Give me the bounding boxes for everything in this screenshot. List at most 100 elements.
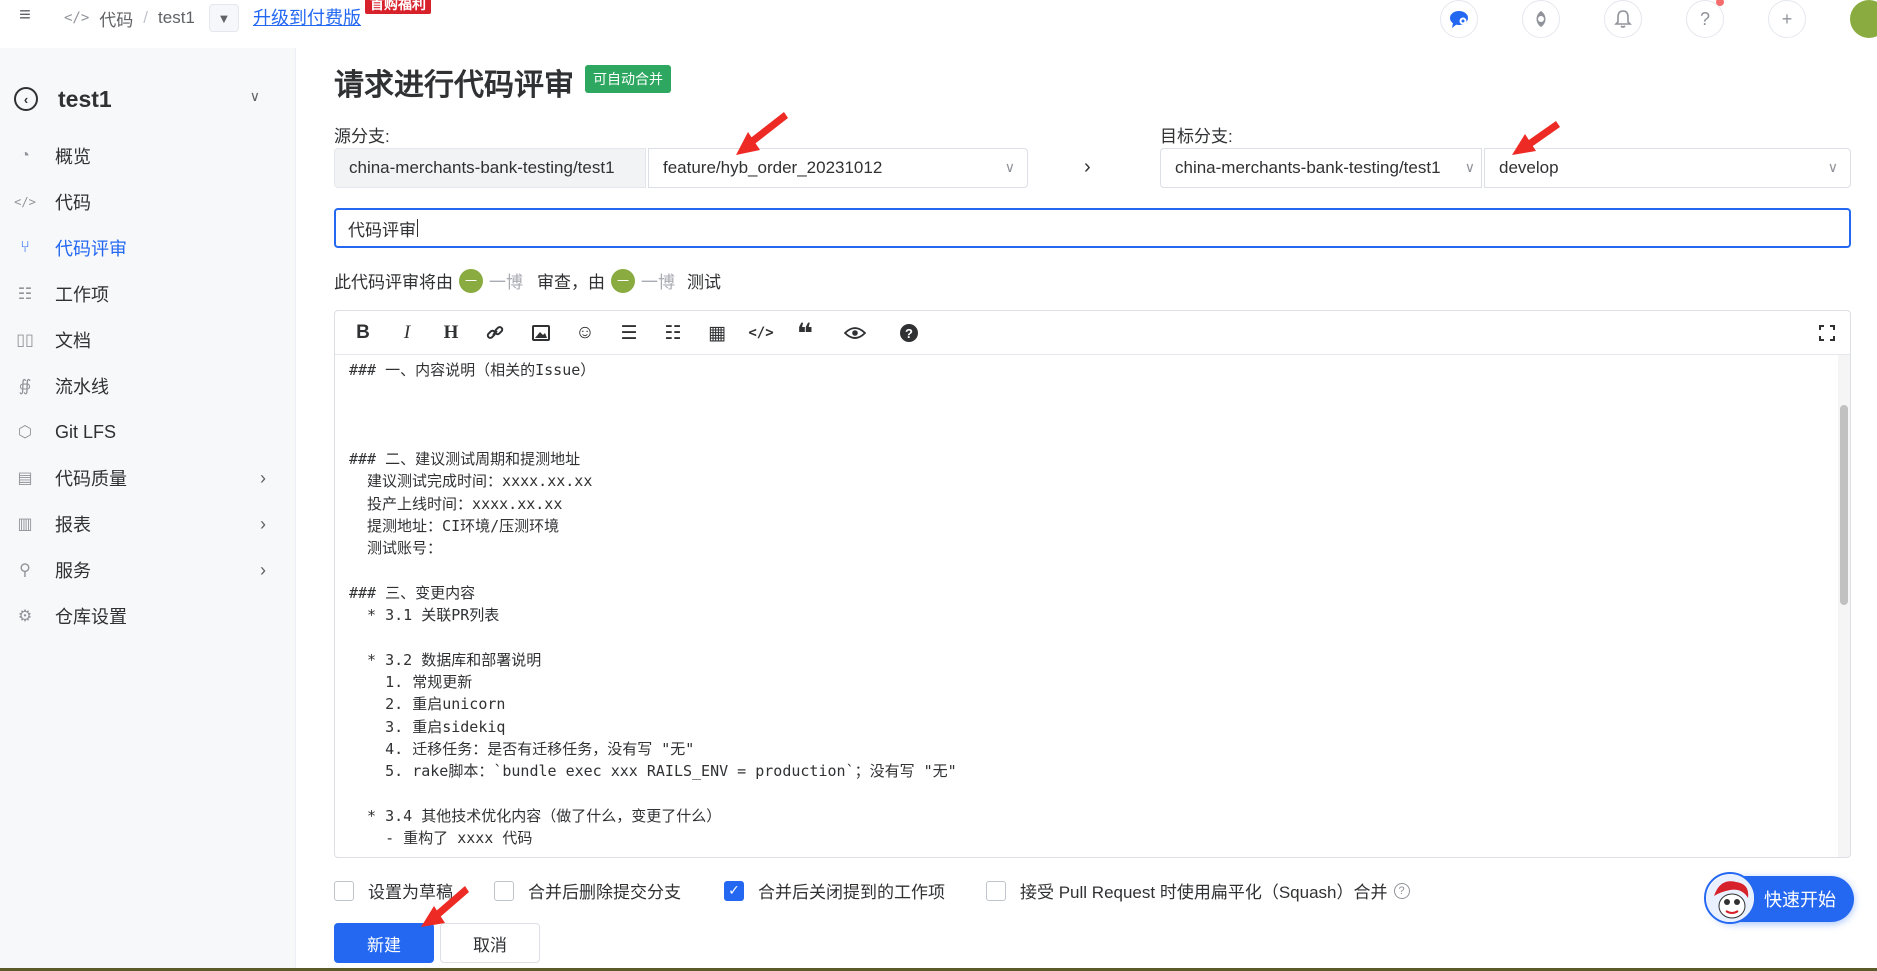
auto-merge-badge: 可自动合并: [585, 65, 671, 93]
sidebar: ‹ test1 ∨ ◔ 概览 </> 代码 ⑂ 代码评审 ☷ 工作项 ▯▯ 文档…: [0, 48, 296, 971]
target-branch-value: develop: [1499, 158, 1559, 177]
cancel-button[interactable]: 取消: [440, 923, 540, 963]
editor-textarea[interactable]: ### 一、内容说明（相关的Issue） ### 二、建议测试周期和提测地址 建…: [349, 359, 1826, 857]
delete-branch-checkbox[interactable]: [494, 880, 514, 901]
editor-scrollbar[interactable]: [1838, 355, 1850, 857]
sidebar-item-label: 报表: [55, 515, 91, 535]
sidebar-item-repo-settings[interactable]: ⚙ 仓库设置: [0, 594, 296, 638]
back-icon[interactable]: ‹: [14, 87, 38, 111]
chat-icon[interactable]: [1440, 0, 1478, 38]
review-assignment: 此代码评审将由 一 一博 审查，由 一 一博 测试: [334, 268, 721, 293]
sidebar-item-work-items[interactable]: ☷ 工作项: [0, 272, 296, 316]
chevron-down-icon: ∨: [1464, 159, 1475, 175]
promo-badge: 首购福利: [365, 0, 431, 14]
tester-name[interactable]: 一博: [641, 268, 675, 293]
delete-branch-option[interactable]: 合并后删除提交分支: [494, 878, 681, 903]
preview-icon[interactable]: [835, 319, 875, 347]
help-icon[interactable]: ?: [895, 319, 923, 347]
quick-start-label: 快速开始: [1764, 890, 1836, 910]
user-center-icon[interactable]: [1522, 0, 1560, 38]
bell-icon[interactable]: [1604, 0, 1642, 38]
reviewer-name[interactable]: 一博: [489, 268, 523, 293]
target-branch-label: 目标分支:: [1160, 127, 1233, 146]
book-icon: ▯▯: [16, 332, 34, 349]
gear-icon: ⚙: [17, 608, 33, 625]
source-branch-select[interactable]: feature/hyb_order_20231012 ∨: [648, 148, 1028, 188]
ordered-list-icon[interactable]: ☷: [659, 319, 687, 347]
code-icon: </>: [64, 10, 90, 26]
sidebar-item-reports[interactable]: ▥ 报表 ›: [0, 502, 296, 546]
squash-checkbox[interactable]: [986, 880, 1006, 901]
main-content: 请求进行代码评审 可自动合并 源分支: china-merchants-bank…: [296, 40, 1877, 971]
squash-merge-option[interactable]: 接受 Pull Request 时使用扁平化（Squash）合并 ?: [986, 878, 1410, 903]
hamburger-menu-icon[interactable]: ≡: [8, 0, 42, 30]
source-branch-label: 源分支:: [334, 127, 390, 146]
sidebar-item-label: 概览: [55, 147, 91, 167]
svg-text:?: ?: [905, 326, 913, 341]
pipeline-icon: ∯: [18, 378, 32, 395]
heading-icon[interactable]: H: [437, 319, 465, 347]
repo-switcher-chevron-down-icon[interactable]: ▼: [208, 4, 239, 32]
sidebar-item-code[interactable]: </> 代码: [0, 180, 296, 224]
notification-dot: [1716, 0, 1724, 6]
target-repo-select[interactable]: china-merchants-bank-testing/test1 ∨: [1160, 148, 1482, 188]
code-icon[interactable]: </>: [747, 319, 775, 347]
page-title: 请求进行代码评审: [334, 69, 574, 102]
target-branch-select[interactable]: develop ∨: [1484, 148, 1851, 188]
bullet-list-icon[interactable]: ☰: [615, 319, 643, 347]
merge-request-icon: ⑂: [20, 239, 30, 256]
tester-avatar: 一: [611, 268, 635, 293]
italic-icon[interactable]: I: [393, 319, 421, 347]
emoji-icon[interactable]: ☺: [571, 319, 599, 347]
sidebar-item-label: 代码: [55, 193, 91, 213]
option-label: 设置为草稿: [368, 883, 453, 902]
sidebar-item-code-quality[interactable]: ▤ 代码质量 ›: [0, 456, 296, 500]
option-label: 接受 Pull Request 时使用扁平化（Squash）合并: [1020, 883, 1388, 902]
option-label: 合并后删除提交分支: [528, 883, 681, 902]
repo-header: ‹ test1 ∨: [14, 84, 284, 114]
table-icon[interactable]: ▦: [703, 319, 731, 347]
breadcrumb-repo[interactable]: test1: [158, 8, 195, 28]
sidebar-item-docs[interactable]: ▯▯ 文档: [0, 318, 296, 362]
sidebar-item-pipeline[interactable]: ∯ 流水线: [0, 364, 296, 408]
plus-icon[interactable]: +: [1768, 0, 1806, 38]
chevron-right-icon: ›: [260, 467, 266, 488]
chevron-down-icon[interactable]: ∨: [250, 88, 260, 105]
chevron-down-icon: ∨: [1827, 159, 1838, 175]
target-repo-value: china-merchants-bank-testing/test1: [1175, 158, 1441, 177]
link-icon[interactable]: [481, 319, 509, 347]
close-work-items-option[interactable]: ✓ 合并后关闭提到的工作项: [724, 878, 945, 903]
arrow-right-icon: ›: [1084, 156, 1091, 178]
sidebar-item-label: 仓库设置: [55, 607, 127, 627]
quote-icon[interactable]: ❝: [791, 318, 819, 349]
task-icon: ☷: [17, 286, 33, 303]
bold-icon[interactable]: B: [349, 319, 377, 347]
fullscreen-icon[interactable]: [1813, 319, 1841, 347]
chevron-right-icon: ›: [260, 559, 266, 580]
breadcrumb: </> 代码 / test1 ▼: [64, 4, 239, 32]
image-icon[interactable]: [527, 319, 555, 347]
sidebar-item-label: 代码评审: [55, 239, 127, 259]
review-text: 测试: [687, 273, 721, 292]
markdown-editor: B I H ☺ ☰ ☷ ▦ </> ❝ ? ### 一、内容说明（相关的Issu…: [334, 310, 1851, 858]
source-branch-value: feature/hyb_order_20231012: [663, 158, 883, 177]
editor-toolbar: B I H ☺ ☰ ☷ ▦ </> ❝ ?: [335, 311, 1850, 355]
sidebar-item-services[interactable]: ⚲ 服务 ›: [0, 548, 296, 592]
draft-option[interactable]: 设置为草稿: [334, 878, 453, 903]
option-label: 合并后关闭提到的工作项: [758, 883, 945, 902]
question-icon[interactable]: ?: [1393, 882, 1410, 899]
sidebar-item-git-lfs[interactable]: ⬡ Git LFS: [0, 410, 296, 454]
quick-start-button[interactable]: 快速开始: [1704, 872, 1854, 924]
upgrade-link[interactable]: 升级到付费版: [253, 4, 361, 30]
close-work-items-checkbox[interactable]: ✓: [724, 880, 744, 901]
sidebar-item-label: 代码质量: [55, 469, 127, 489]
sidebar-item-code-review[interactable]: ⑂ 代码评审: [0, 226, 296, 270]
scrollbar-thumb[interactable]: [1840, 405, 1848, 605]
user-avatar[interactable]: [1850, 0, 1877, 38]
service-icon: ⚲: [19, 562, 31, 579]
draft-checkbox[interactable]: [334, 880, 354, 901]
breadcrumb-section[interactable]: 代码: [99, 6, 133, 31]
sidebar-item-overview[interactable]: ◔ 概览: [0, 134, 296, 178]
pr-title-input[interactable]: 代码评审: [334, 208, 1851, 248]
create-button[interactable]: 新建: [334, 923, 434, 963]
